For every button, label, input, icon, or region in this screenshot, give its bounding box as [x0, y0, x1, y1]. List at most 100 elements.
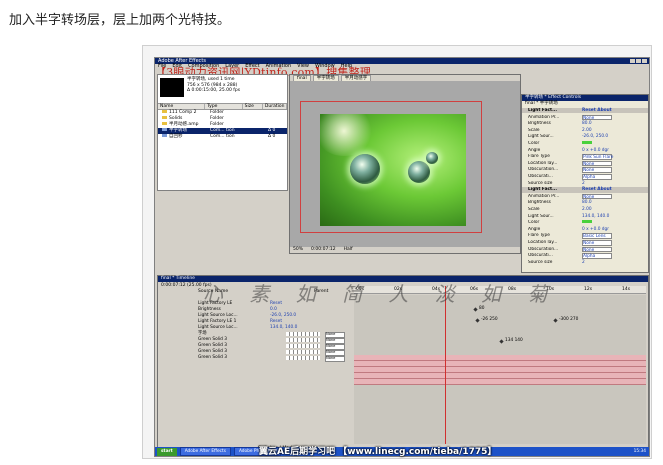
effect-param-value[interactable]: 2.00 — [582, 128, 592, 133]
timeline-layer-row[interactable]: Green Solid 3 None — [158, 337, 648, 344]
effect-param-value[interactable]: 134.0, 140.0 — [582, 214, 609, 219]
project-info: 半字转场, used 1 time 756 x 576 (984 x 288) … — [187, 77, 240, 94]
effect-param-row[interactable]: Scale 2.00 — [522, 128, 648, 133]
effect-param-row[interactable]: Color — [522, 220, 648, 225]
effect-dropdown[interactable]: None — [582, 240, 612, 246]
effect-param-row[interactable]: Obscurati... Alpha — [522, 174, 648, 180]
layer-property-value[interactable]: 0.0 — [270, 307, 277, 313]
timeline-layer-row[interactable]: Green Solid 3 None — [158, 343, 648, 350]
col-name[interactable]: Name — [158, 104, 206, 109]
color-swatch[interactable] — [582, 141, 592, 144]
effect-param-value[interactable]: Reset About — [582, 187, 612, 192]
timeline-layer-row[interactable]: Light Source Loc... -26.0, 250.0 — [158, 313, 648, 319]
timeline-layer-row[interactable]: Green Solid 3 None — [158, 355, 648, 362]
layer-property-value[interactable]: -26.0, 250.0 — [270, 313, 296, 319]
effect-dropdown[interactable]: None — [582, 167, 612, 173]
start-button[interactable]: start — [157, 447, 177, 456]
effect-param-row[interactable]: Flare Type Basic Lens — [522, 233, 648, 239]
tab-half-char[interactable]: 半字转场 — [312, 75, 339, 81]
effect-param-label: Location lay... — [528, 240, 558, 245]
ruler-tick: 12s — [584, 287, 593, 292]
effect-dropdown[interactable]: Alpha — [582, 174, 612, 180]
effect-param-value[interactable]: 80.0 — [582, 200, 592, 205]
effect-param-row[interactable]: Brightness 80.0 — [522, 200, 648, 205]
calligraphy-watermark: 心 素 如 简 人 淡 如 菊 — [203, 282, 558, 306]
minimize-icon[interactable] — [630, 59, 635, 63]
layer-switches[interactable] — [286, 332, 320, 336]
timeline-layer-row[interactable]: Brightness 0.0 — [158, 307, 648, 313]
effect-param-row[interactable]: Light Sour... 134.0, 140.0 — [522, 214, 648, 219]
effect-param-value[interactable]: 2.00 — [582, 207, 592, 212]
effect-param-row[interactable]: Obscuration... None — [522, 246, 648, 253]
effect-param-row[interactable]: Obscurati... Alpha — [522, 253, 648, 259]
project-item[interactable]: 自回秒 Com... tion Δ 0 — [158, 134, 287, 140]
effect-dropdown[interactable]: None — [582, 193, 612, 200]
project-thumbnail — [160, 78, 184, 97]
lens-orb — [408, 161, 430, 183]
col-type[interactable]: Type — [205, 104, 243, 109]
layer-name: Green Solid 3 — [198, 337, 227, 342]
effect-param-row[interactable]: Scale 2.00 — [522, 207, 648, 212]
effect-param-value[interactable]: Reset About — [582, 108, 612, 113]
effect-param-row[interactable]: Angle 0 x +0.0 dgr — [522, 148, 648, 153]
effect-param-label: Light Sour... — [528, 134, 554, 140]
effect-dropdown[interactable]: Basic Lens — [582, 233, 612, 239]
effect-param-row[interactable]: Source size 2 — [522, 260, 648, 265]
zoom-level[interactable]: 50% — [293, 247, 303, 253]
effect-param-row[interactable]: Animation Pr... None — [522, 114, 648, 121]
effect-param-value[interactable]: 80.0 — [582, 121, 592, 126]
effect-param-value[interactable]: 2 — [582, 181, 585, 186]
effect-param-label: Brightness — [528, 121, 551, 127]
effect-dropdown[interactable]: None — [582, 114, 612, 121]
effect-param-row[interactable]: Color — [522, 141, 648, 146]
layer-property-value[interactable]: 134.0, 140.0 — [270, 325, 297, 331]
effect-param-row[interactable]: Light Sour... -26.0, 250.0 — [522, 134, 648, 139]
effect-param-value[interactable]: 2 — [582, 260, 585, 265]
layer-property-value[interactable]: Reset — [270, 319, 282, 325]
close-icon[interactable] — [642, 59, 647, 63]
timeline-current-time[interactable]: 0:00:07:12 — [161, 283, 186, 288]
effect-param-label: Flare Type — [528, 154, 550, 160]
effect-param-row[interactable]: Location lay... None — [522, 240, 648, 246]
effect-dropdown[interactable]: None — [582, 160, 612, 167]
effect-dropdown[interactable]: None — [582, 246, 612, 253]
effect-dropdown[interactable]: Pink Sun Flare — [582, 154, 613, 160]
col-duration[interactable]: Duration — [263, 104, 287, 109]
resolution[interactable]: Half — [344, 247, 353, 253]
timeline-layer-row[interactable]: 字场 None — [158, 331, 648, 338]
effect-param-value[interactable]: 0 x +0.0 dgr — [582, 148, 609, 153]
layer-switches[interactable] — [286, 350, 320, 354]
layer-name: Brightness — [198, 307, 221, 312]
effect-param-row[interactable]: Flare Type Pink Sun Flare — [522, 154, 648, 160]
layer-switches[interactable] — [286, 344, 320, 348]
tab-final[interactable]: final — [293, 75, 311, 81]
effect-group-row[interactable]: Light Fact... Reset About — [522, 187, 648, 193]
layer-name: Light Factory LE 1 — [198, 319, 237, 324]
folder-icon — [162, 116, 167, 119]
effect-group-row[interactable]: Light Fact... Reset About — [522, 108, 648, 114]
effect-param-value[interactable]: 0 x +0.0 dgr — [582, 227, 609, 232]
col-size[interactable]: Size — [243, 104, 263, 109]
effect-param-row[interactable]: Angle 0 x +0.0 dgr — [522, 227, 648, 232]
timeline-layer-row[interactable]: Light Source Loc... 134.0, 140.0 — [158, 325, 648, 331]
layer-switches[interactable] — [286, 356, 320, 360]
task-after-effects[interactable]: Adobe After Effects — [179, 447, 231, 456]
comp-canvas[interactable] — [320, 114, 466, 226]
effect-param-row[interactable]: Brightness 80.0 — [522, 121, 648, 126]
effect-param-row[interactable]: Animation Pr... None — [522, 193, 648, 200]
timeline-layer-row[interactable]: Light Factory LE 1 Reset — [158, 319, 648, 325]
effect-dropdown[interactable]: Alpha — [582, 253, 612, 259]
layer-bar[interactable] — [354, 379, 646, 385]
tab-half-moon[interactable]: 半月动感字 — [340, 75, 372, 81]
layer-name: 字场 — [198, 331, 207, 336]
layer-switches[interactable] — [286, 338, 320, 342]
maximize-icon[interactable] — [636, 59, 641, 63]
effect-param-row[interactable]: Source size 2 — [522, 181, 648, 186]
current-time[interactable]: 0:00:07:12 — [311, 247, 336, 253]
effect-param-value[interactable]: -26.0, 250.0 — [582, 134, 608, 139]
color-swatch[interactable] — [582, 220, 592, 224]
timeline-layer-row[interactable]: Green Solid 3 None — [158, 349, 648, 356]
parent-dropdown[interactable]: None — [325, 356, 345, 362]
effect-param-row[interactable]: Location lay... None — [522, 160, 648, 167]
effect-param-row[interactable]: Obscuration... None — [522, 167, 648, 173]
